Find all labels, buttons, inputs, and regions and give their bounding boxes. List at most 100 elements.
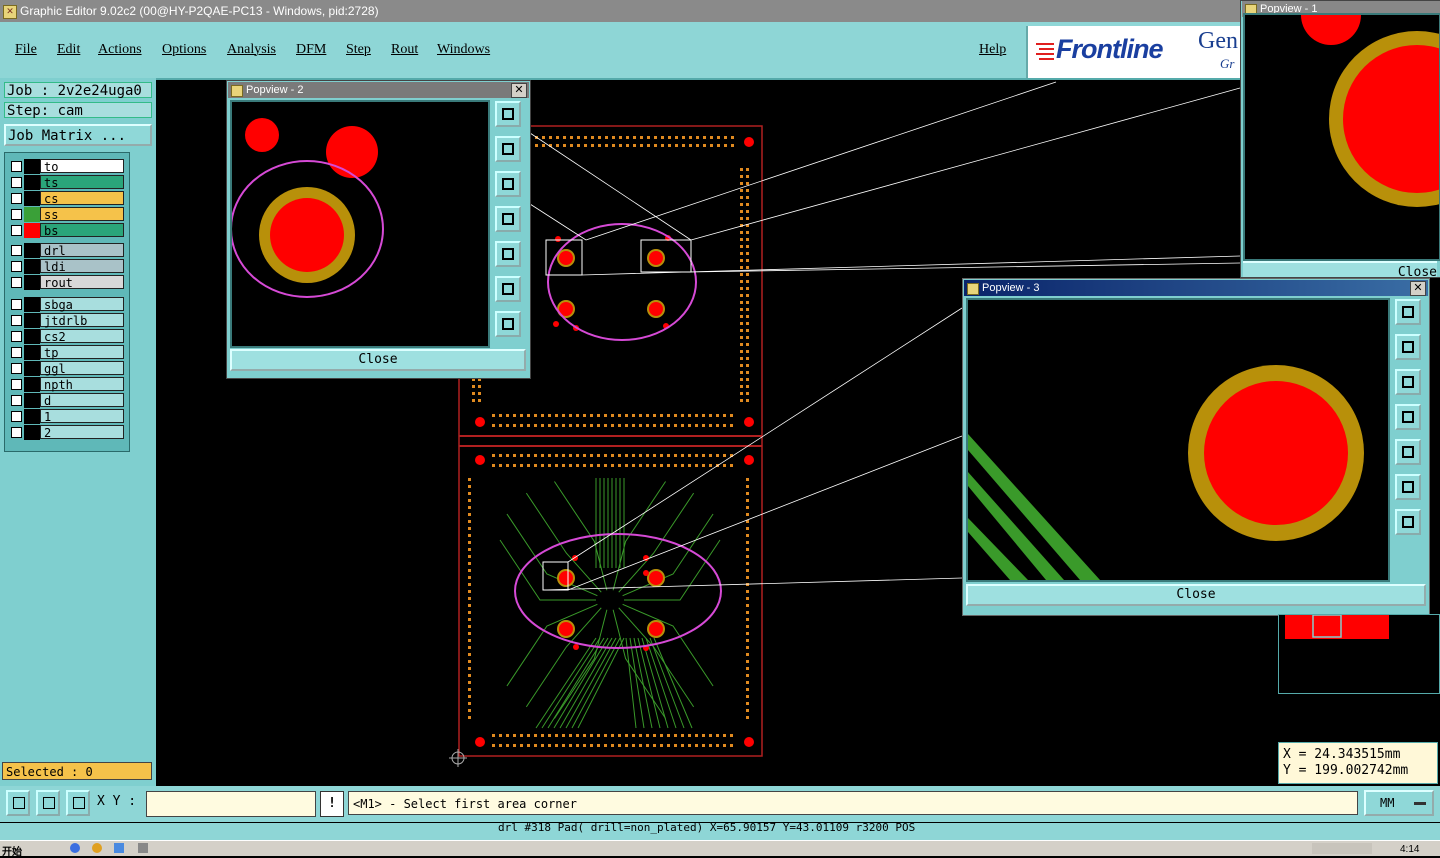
layer-checkbox[interactable] — [11, 161, 22, 172]
layer-row-bs[interactable]: bs — [7, 223, 125, 238]
popview-2-close-icon[interactable]: ✕ — [511, 83, 527, 98]
popview-3-close-icon[interactable]: ✕ — [1410, 281, 1426, 296]
layer-row-ss[interactable]: ss — [7, 207, 125, 222]
layer-checkbox[interactable] — [11, 347, 22, 358]
overview-panel[interactable] — [1278, 614, 1440, 694]
layer-name[interactable]: ldi — [40, 259, 124, 274]
layer-color-swatch[interactable] — [24, 329, 40, 344]
layer-color-swatch[interactable] — [24, 207, 40, 222]
menu-actions[interactable]: Actions — [98, 42, 142, 58]
layer-color-swatch[interactable] — [24, 409, 40, 424]
layer-row-npth[interactable]: npth — [7, 377, 125, 392]
browser-icon[interactable] — [70, 843, 80, 853]
layer-color-swatch[interactable] — [24, 297, 40, 312]
layer-row-cs[interactable]: cs — [7, 191, 125, 206]
units-select[interactable]: MM — [1364, 790, 1434, 816]
menu-help[interactable]: Help — [979, 42, 1006, 58]
job-matrix-button[interactable]: Job Matrix ... — [4, 124, 152, 146]
layer-name[interactable]: drl — [40, 243, 124, 258]
layer-row-d[interactable]: d — [7, 393, 125, 408]
clock-app-icon[interactable] — [92, 843, 102, 853]
layer-row-sbga[interactable]: sbga — [7, 297, 125, 312]
popview-tool-zoom-in-icon[interactable] — [495, 136, 521, 162]
popview-tool-zoom-out-icon[interactable] — [1395, 369, 1421, 395]
measure-button[interactable] — [36, 790, 60, 816]
layer-row-cs2[interactable]: cs2 — [7, 329, 125, 344]
zoom-area-button[interactable] — [6, 790, 30, 816]
popview-2-view[interactable] — [230, 100, 490, 348]
popview-tool-fit-icon[interactable] — [1395, 299, 1421, 325]
popview-tool-zoom-in-icon[interactable] — [1395, 334, 1421, 360]
exclamation-button[interactable]: ! — [320, 791, 344, 817]
menu-dfm[interactable]: DFM — [296, 42, 326, 58]
layer-color-swatch[interactable] — [24, 175, 40, 190]
layer-name[interactable]: to — [40, 159, 124, 174]
layer-row-1[interactable]: 1 — [7, 409, 125, 424]
layer-checkbox[interactable] — [11, 395, 22, 406]
layer-color-swatch[interactable] — [24, 243, 40, 258]
layer-row-tp[interactable]: tp — [7, 345, 125, 360]
popview-1-close-button[interactable]: Close — [1243, 261, 1437, 277]
layer-checkbox[interactable] — [11, 299, 22, 310]
layer-name[interactable]: cs — [40, 191, 124, 206]
layer-name[interactable]: d — [40, 393, 124, 408]
popview-tool-pan-left-icon[interactable] — [1395, 404, 1421, 430]
popview-3-view[interactable] — [966, 298, 1390, 582]
layer-name[interactable]: ggl — [40, 361, 124, 376]
popview-tool-fit-icon[interactable] — [495, 101, 521, 127]
layer-name[interactable]: tp — [40, 345, 124, 360]
layer-checkbox[interactable] — [11, 379, 22, 390]
layer-row-ggl[interactable]: ggl — [7, 361, 125, 376]
layer-checkbox[interactable] — [11, 331, 22, 342]
layer-color-swatch[interactable] — [24, 313, 40, 328]
layer-name[interactable]: sbga — [40, 297, 124, 312]
layer-row-rout[interactable]: rout — [7, 275, 125, 290]
start-button[interactable]: 开始 — [2, 843, 22, 858]
layer-color-swatch[interactable] — [24, 259, 40, 274]
popview-1-view[interactable] — [1243, 0, 1440, 261]
layer-row-jtdrlb[interactable]: jtdrlb — [7, 313, 125, 328]
layer-checkbox[interactable] — [11, 427, 22, 438]
layer-name[interactable]: rout — [40, 275, 124, 290]
menu-analysis[interactable]: Analysis — [227, 42, 276, 58]
layer-checkbox[interactable] — [11, 245, 22, 256]
layer-name[interactable]: jtdrlb — [40, 313, 124, 328]
grid-button[interactable] — [66, 790, 90, 816]
popview-tool-pan-right-icon[interactable] — [495, 241, 521, 267]
layer-checkbox[interactable] — [11, 193, 22, 204]
layer-name[interactable]: bs — [40, 223, 124, 238]
menu-file[interactable]: File — [15, 42, 37, 58]
xy-input[interactable] — [146, 791, 316, 817]
popview-tool-pan-right-icon[interactable] — [1395, 439, 1421, 465]
popview-tool-pan-left-icon[interactable] — [495, 206, 521, 232]
menu-windows[interactable]: Windows — [437, 42, 490, 58]
layer-row-2[interactable]: 2 — [7, 425, 125, 440]
layer-checkbox[interactable] — [11, 315, 22, 326]
popview-tool-center-icon[interactable] — [1395, 509, 1421, 535]
layer-color-swatch[interactable] — [24, 275, 40, 290]
layer-color-swatch[interactable] — [24, 361, 40, 376]
popview-tool-center-icon[interactable] — [495, 311, 521, 337]
menu-rout[interactable]: Rout — [391, 42, 418, 58]
layer-name[interactable]: cs2 — [40, 329, 124, 344]
layer-checkbox[interactable] — [11, 177, 22, 188]
layer-checkbox[interactable] — [11, 411, 22, 422]
popview-3-close-button[interactable]: Close — [966, 584, 1426, 606]
layer-color-swatch[interactable] — [24, 425, 40, 440]
layer-checkbox[interactable] — [11, 277, 22, 288]
layer-color-swatch[interactable] — [24, 345, 40, 360]
layer-row-ts[interactable]: ts — [7, 175, 125, 190]
popview-tool-zoom-out-icon[interactable] — [495, 171, 521, 197]
menu-edit[interactable]: Edit — [57, 42, 80, 58]
app-quicklaunch-icon[interactable] — [138, 843, 148, 853]
layer-color-swatch[interactable] — [24, 159, 40, 174]
popview-tool-expand-icon[interactable] — [1395, 474, 1421, 500]
layer-checkbox[interactable] — [11, 261, 22, 272]
layer-name[interactable]: ts — [40, 175, 124, 190]
layer-name[interactable]: npth — [40, 377, 124, 392]
layer-name[interactable]: ss — [40, 207, 124, 222]
popview-2-close-button[interactable]: Close — [230, 349, 526, 371]
layer-row-drl[interactable]: drl — [7, 243, 125, 258]
layer-checkbox[interactable] — [11, 363, 22, 374]
menu-step[interactable]: Step — [346, 42, 371, 58]
